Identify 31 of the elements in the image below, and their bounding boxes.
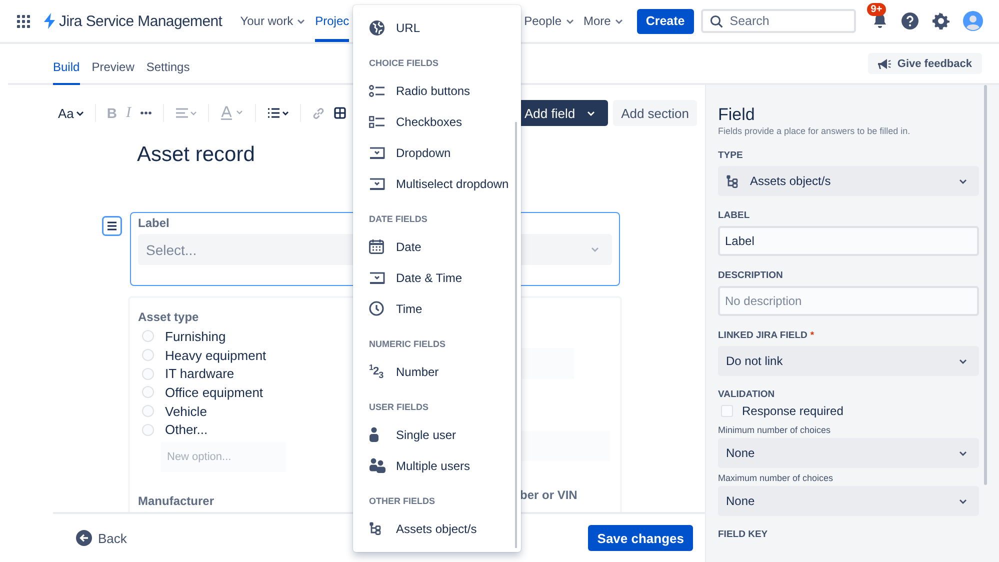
checkbox-label: Response required — [742, 404, 844, 418]
field-label: TYPE — [718, 150, 743, 161]
field-caption: Maximum number of choices — [718, 473, 834, 483]
field-label: LABEL — [718, 210, 750, 221]
menu-section-header: CHOICE FIELDS — [368, 57, 440, 70]
field-label: FIELD KEY — [718, 529, 768, 540]
product-name: Jira Service Management — [59, 12, 222, 30]
number-icon: $^{1}$2$_{3}$ — [369, 363, 384, 380]
notification-badge: 9+ — [866, 3, 886, 16]
field-label: VALIDATION — [718, 389, 775, 400]
field-label: Asset type — [138, 310, 200, 324]
option-label: Furnishing — [165, 328, 226, 344]
field-label: ber or VIN — [520, 488, 578, 502]
panel-description: Fields provide a place for answers to be filled in. — [718, 126, 912, 136]
field-label: DESCRIPTION — [718, 270, 783, 281]
menu-section-header: DATE FIELDS — [368, 213, 428, 226]
menu-section-header: OTHER FIELDS — [368, 495, 436, 508]
field-label: Label — [138, 216, 170, 230]
menu-section-header: NUMERIC FIELDS — [368, 338, 446, 351]
option-label: Other... — [165, 422, 208, 438]
field-label: Manufacturer — [138, 494, 216, 508]
option-label: Vehicle — [165, 404, 207, 419]
option-label: IT hardware — [165, 366, 234, 382]
menu-section-header: USER FIELDS — [368, 401, 430, 414]
field-label: LINKED JIRA FIELD — [718, 330, 808, 341]
form-title: Asset record — [137, 142, 255, 168]
field-caption: Minimum number of choices — [718, 425, 832, 435]
option-label: Office equipment — [165, 384, 264, 400]
panel-title: Field — [718, 105, 756, 125]
option-label: Heavy equipment — [165, 348, 266, 363]
required-mark: * — [810, 330, 814, 341]
